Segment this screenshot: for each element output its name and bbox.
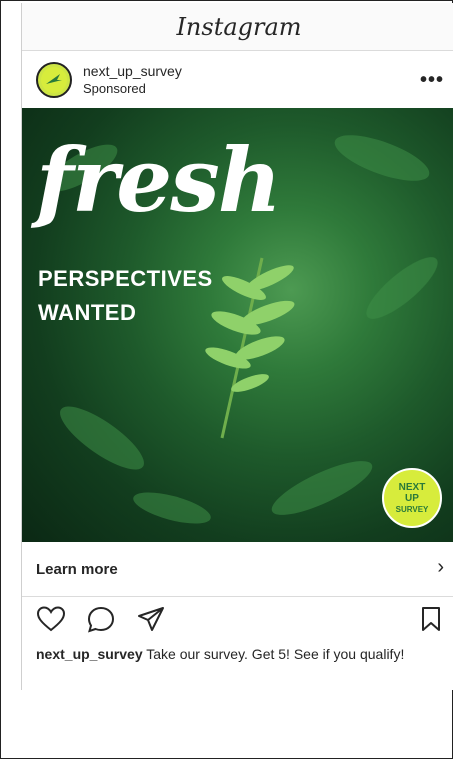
instagram-feed: Instagram next_up_survey Sponsored ••• f… [21,3,453,690]
brand-badge: NEXT UP SURVEY [382,468,442,528]
heart-icon[interactable] [36,605,66,633]
caption-text: Take our survey. Get 5! See if you quali… [142,646,405,662]
post-image[interactable]: fresh PERSPECTIVES WANTED NEXT UP SURVEY [22,108,453,542]
chevron-right-icon: › [437,556,444,578]
badge-text-3: SURVEY [395,504,429,514]
headline-line1: PERSPECTIVES [38,266,213,291]
badge-text-1: NEXT [398,481,426,493]
instagram-logo[interactable]: Instagram [176,13,301,41]
post-actions [22,601,453,641]
avatar[interactable] [36,61,72,98]
headline-script: fresh [36,128,282,232]
comment-icon[interactable] [86,605,116,633]
sponsored-label: Sponsored [83,81,146,96]
more-options-icon[interactable]: ••• [420,69,444,92]
badge-text-2: UP [405,492,419,504]
post-header: next_up_survey Sponsored ••• [22,51,453,108]
learn-more-button[interactable]: Learn more › [22,542,453,597]
share-icon[interactable] [136,605,166,633]
screenshot-frame: Instagram next_up_survey Sponsored ••• f… [0,0,453,759]
post-caption: next_up_survey Take our survey. Get 5! S… [36,644,446,664]
avatar-logo-icon [41,66,67,93]
headline-line2: WANTED [38,300,137,325]
account-name[interactable]: next_up_survey [83,63,182,79]
bookmark-icon[interactable] [420,605,442,633]
account-info: next_up_survey Sponsored [83,63,182,96]
learn-more-label: Learn more [36,560,118,578]
top-bar: Instagram [22,3,453,51]
caption-username[interactable]: next_up_survey [36,646,143,662]
